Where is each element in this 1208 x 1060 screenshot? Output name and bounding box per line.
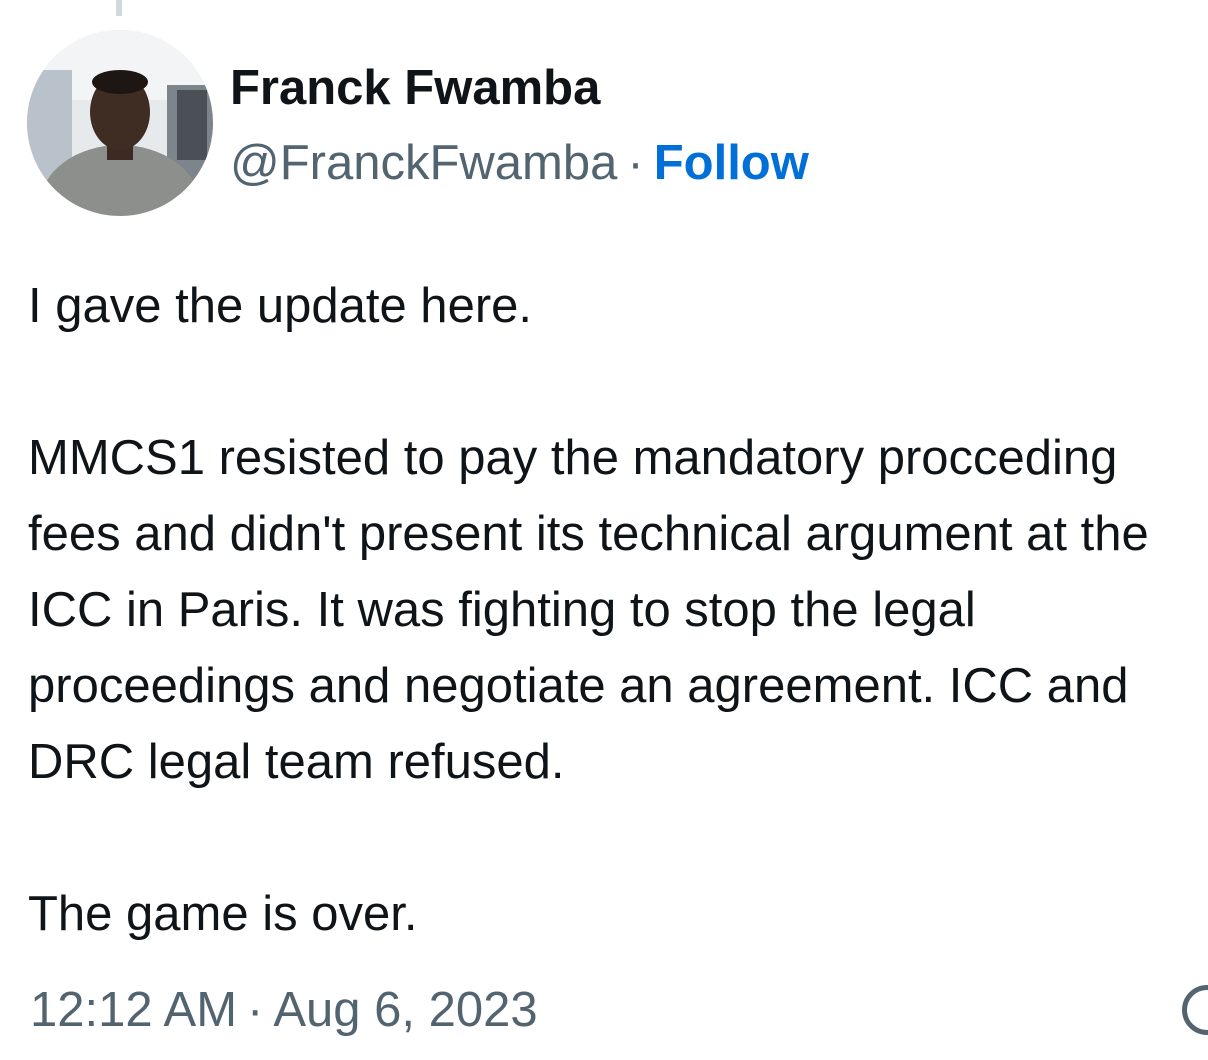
tweet-text-line: The game is over.	[28, 887, 418, 941]
tweet-text-line: I gave the update here.	[28, 279, 532, 333]
avatar[interactable]	[27, 30, 213, 216]
tweet-time: 12:12 AM	[30, 983, 238, 1037]
tweet-text: I gave the update here. MMCS1 resisted t…	[28, 268, 1203, 952]
author-handle[interactable]: @FranckFwamba	[230, 136, 617, 190]
handle-separator: ·	[627, 136, 644, 190]
thread-connector-line	[116, 0, 122, 16]
tweet-text-paragraph: MMCS1 resisted to pay the mandatory proc…	[28, 431, 1149, 789]
author-display-name[interactable]: Franck Fwamba	[230, 58, 600, 118]
tweet-timestamp[interactable]: 12:12 AM · Aug 6, 2023	[30, 980, 538, 1040]
follow-button[interactable]: Follow	[654, 136, 809, 190]
tweet-date: Aug 6, 2023	[273, 983, 538, 1037]
info-icon[interactable]	[1182, 985, 1208, 1035]
avatar-photo	[27, 30, 213, 216]
author-handle-row: @FranckFwamba · Follow	[230, 133, 809, 193]
timestamp-separator: ·	[247, 983, 264, 1037]
